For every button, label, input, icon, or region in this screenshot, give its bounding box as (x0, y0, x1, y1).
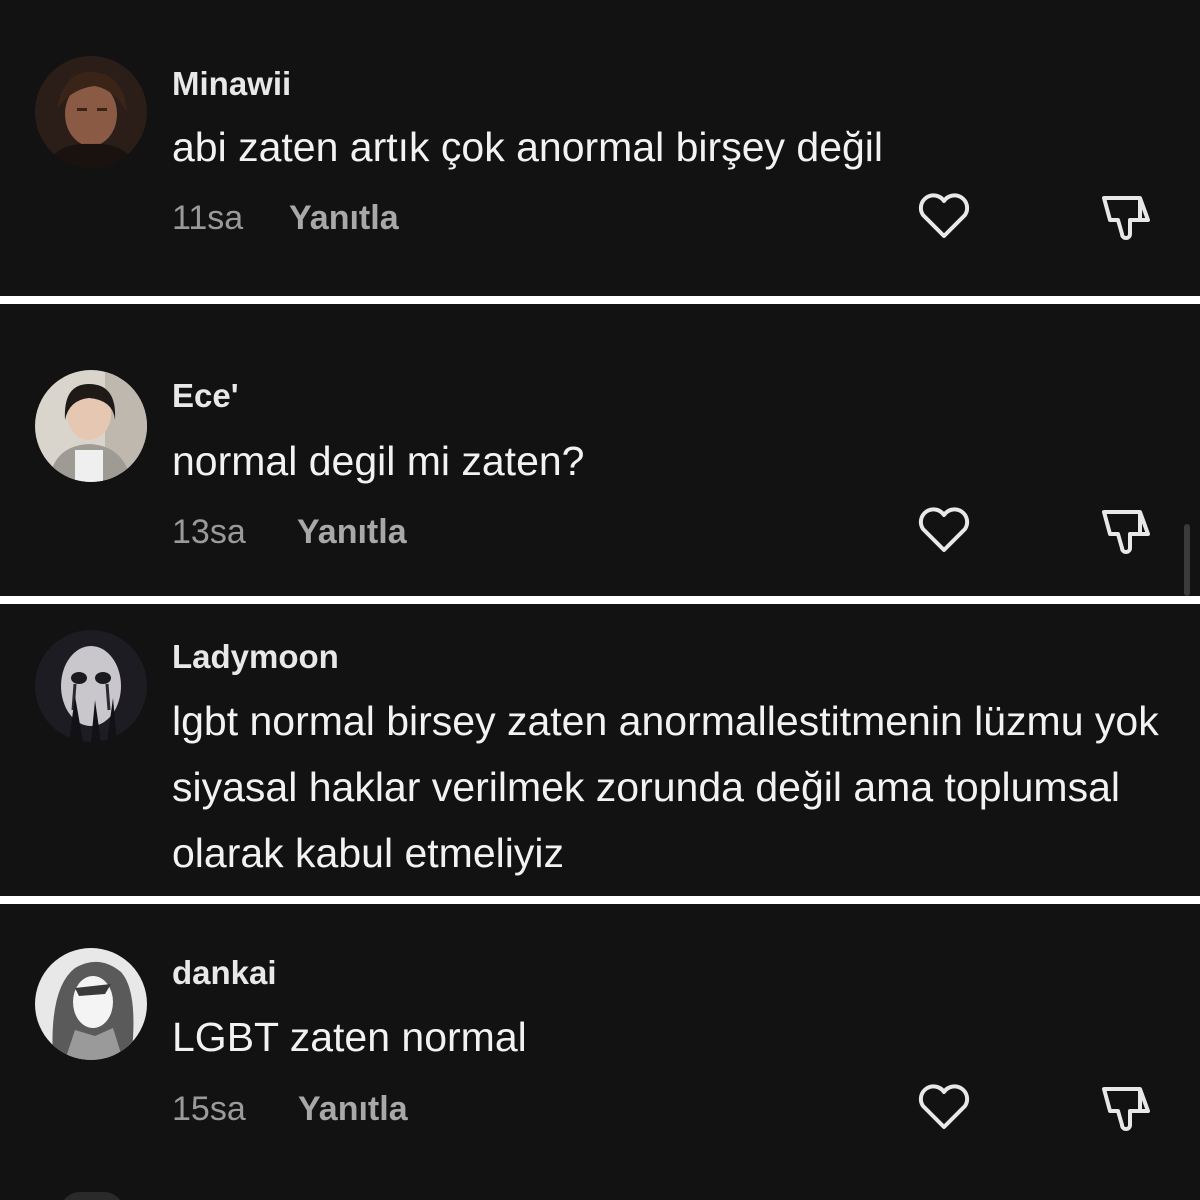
username[interactable]: Ladymoon (172, 638, 339, 676)
like-button[interactable] (914, 500, 974, 560)
username[interactable]: Minawii (172, 65, 291, 103)
username[interactable]: dankai (172, 954, 277, 992)
dislike-button[interactable] (1096, 500, 1156, 560)
thumbs-down-outline-icon (1102, 196, 1150, 240)
avatar[interactable] (35, 56, 147, 168)
comment-card: Ladymoon lgbt normal birsey zaten anorma… (0, 604, 1200, 896)
user-avatar-icon (35, 370, 147, 482)
comment-text: normal degil mi zaten? (172, 438, 585, 484)
scrollbar[interactable] (1184, 524, 1190, 596)
avatar[interactable] (35, 630, 147, 742)
user-avatar-icon (35, 948, 147, 1060)
heart-outline-icon (918, 193, 970, 238)
heart-outline-icon (918, 507, 970, 552)
thumbs-down-outline-icon (1102, 510, 1150, 554)
dislike-button[interactable] (1096, 186, 1156, 246)
comment-text: LGBT zaten normal (172, 1014, 527, 1060)
dislike-button[interactable] (1096, 1077, 1156, 1137)
comment-time: 13sa (172, 513, 246, 551)
like-button[interactable] (914, 1077, 974, 1137)
comment-text: abi zaten artık çok anormal birşey değil (172, 124, 884, 170)
user-avatar-icon (35, 630, 147, 742)
comment-card: dankai LGBT zaten normal 15sa Yanıtla (0, 904, 1200, 1200)
thumbs-down-outline-icon (1102, 1087, 1150, 1131)
reply-button[interactable]: Yanıtla (298, 1090, 408, 1129)
comment-time: 15sa (172, 1090, 246, 1128)
reply-button[interactable]: Yanıtla (289, 199, 399, 238)
avatar[interactable] (35, 948, 147, 1060)
comment-time: 11sa (172, 199, 244, 237)
comment-card: Ece' normal degil mi zaten? 13sa Yanıtla (0, 304, 1200, 596)
username[interactable]: Ece' (172, 377, 239, 415)
comment-text: lgbt normal birsey zaten anormallestitme… (172, 698, 1159, 876)
comment-card: Minawii abi zaten artık çok anormal birş… (0, 0, 1200, 296)
reply-button[interactable]: Yanıtla (297, 513, 407, 552)
next-comment-avatar (60, 1192, 124, 1200)
like-button[interactable] (914, 186, 974, 246)
avatar[interactable] (35, 370, 147, 482)
user-avatar-icon (35, 56, 147, 168)
heart-outline-icon (918, 1084, 970, 1129)
